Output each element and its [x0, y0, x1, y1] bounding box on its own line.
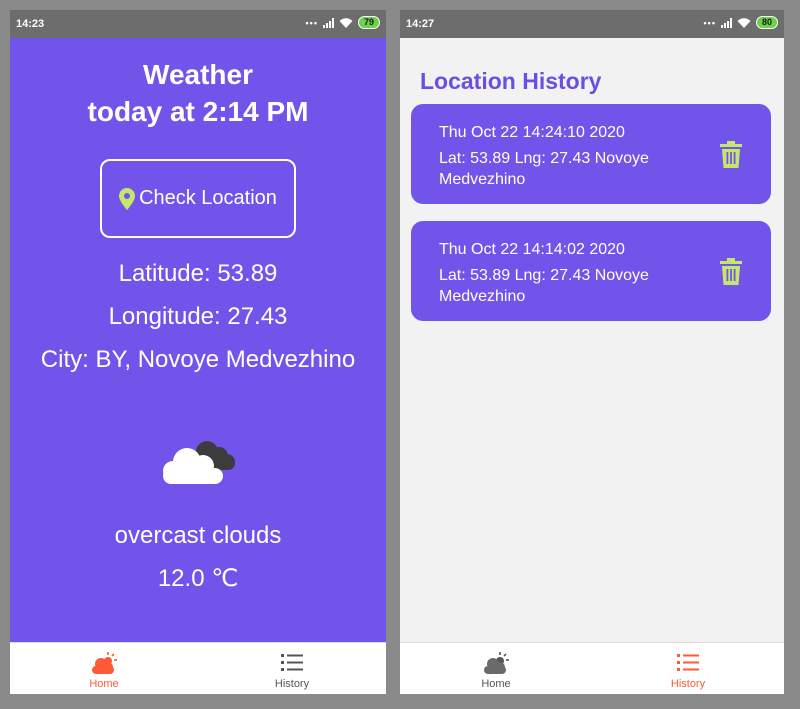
- latitude-text: Latitude: 53.89: [118, 260, 278, 287]
- wifi-icon: [737, 17, 751, 28]
- nav-home-label: Home: [89, 678, 119, 690]
- weather-description: overcast clouds: [114, 522, 282, 549]
- trash-icon[interactable]: [719, 258, 743, 286]
- temperature-text: 12.0 ℃: [157, 565, 239, 592]
- bottom-nav: Home History: [10, 642, 386, 694]
- battery-icon: 80: [755, 16, 778, 29]
- city-text: City: BY, Novoye Medvezhino: [40, 346, 356, 373]
- list-icon: [677, 654, 699, 671]
- list-icon: [281, 654, 303, 671]
- status-time: 14:27: [406, 18, 435, 30]
- history-date: Thu Oct 22 14:24:10 2020: [439, 124, 625, 141]
- weather-icon: [92, 652, 117, 674]
- bottom-nav: Home History: [400, 642, 784, 694]
- page-title: Location History: [420, 68, 602, 94]
- title-line-1: Weather: [143, 59, 253, 90]
- signal-dots-icon: •••: [305, 17, 318, 28]
- nav-history[interactable]: History: [198, 643, 386, 694]
- nav-history[interactable]: History: [592, 643, 784, 694]
- title-line-2: today at 2:14 PM: [87, 96, 309, 127]
- nav-home[interactable]: Home: [400, 643, 592, 694]
- longitude-text: Longitude: 27.43: [108, 303, 288, 330]
- overcast-clouds-icon: [163, 441, 235, 484]
- history-location: Lat: 53.89 Lng: 27.43 Novoye Medvezhino: [439, 267, 649, 305]
- status-time: 14:23: [16, 18, 45, 30]
- signal-dots-icon: •••: [703, 17, 716, 28]
- nav-history-label: History: [670, 678, 706, 690]
- history-item: Thu Oct 22 14:24:10 2020 Lat: 53.89 Lng:…: [411, 104, 771, 204]
- history-location: Lat: 53.89 Lng: 27.43 Novoye Medvezhino: [439, 150, 649, 188]
- nav-history-label: History: [274, 678, 310, 690]
- nav-home[interactable]: Home: [10, 643, 198, 694]
- page-title: Weather today at 2:14 PM: [10, 56, 386, 130]
- home-screen: 14:23 ••• 79 Weather today at 2:14 PM Ch…: [10, 10, 386, 694]
- history-date: Thu Oct 22 14:14:02 2020: [439, 241, 625, 258]
- signal-icon: [720, 17, 732, 28]
- battery-icon: 79: [357, 16, 380, 29]
- history-screen: 14:27 ••• 80 Location History Thu Oct 22…: [400, 10, 784, 694]
- check-location-button[interactable]: Check Location: [100, 159, 296, 238]
- status-bar: 14:23 ••• 79: [10, 10, 386, 38]
- wifi-icon: [339, 17, 353, 28]
- location-pin-icon: [119, 187, 136, 210]
- weather-icon: [484, 652, 509, 674]
- check-location-label: Check Location: [139, 187, 277, 209]
- history-item: Thu Oct 22 14:14:02 2020 Lat: 53.89 Lng:…: [411, 221, 771, 321]
- trash-icon[interactable]: [719, 141, 743, 169]
- signal-icon: [322, 17, 334, 28]
- nav-home-label: Home: [481, 678, 511, 690]
- status-bar: 14:27 ••• 80: [400, 10, 784, 38]
